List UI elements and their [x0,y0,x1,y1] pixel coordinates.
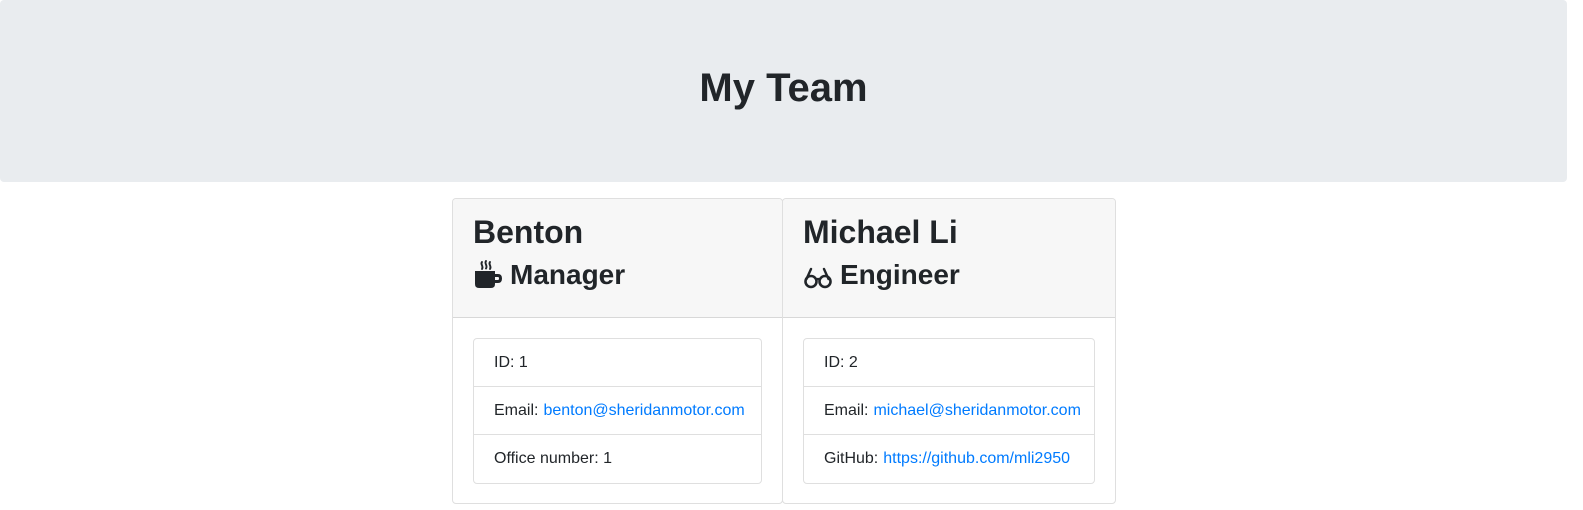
id-item: ID: 2 [804,339,1094,387]
employee-name: Benton [473,214,584,250]
employee-name: Michael Li [803,214,958,250]
role-label: Engineer [840,259,960,290]
office-number-item: Office number: 1 [474,435,761,483]
email-link[interactable]: michael@sheridanmotor.com [873,402,1080,420]
email-item: Email: michael@sheridanmotor.com [804,387,1094,435]
page-header: My Team [0,0,1567,182]
employee-role: Manager [473,257,762,293]
details-list: ID: 1 Email: benton@sheridanmotor.com Off… [473,338,762,484]
page-title: My Team [699,65,868,110]
card-body: ID: 1 Email: benton@sheridanmotor.com Off… [453,318,782,503]
card-header: Benton Manager [453,199,782,318]
office-number-label: Office number: [494,450,599,467]
employee-card-manager: Benton Manager ID: 1 Email: benton@sherid… [452,198,783,504]
id-label: ID: [494,353,515,371]
mug-hot-icon [473,260,503,290]
email-item: Email: benton@sheridanmotor.com [474,387,761,435]
employee-card-engineer: Michael Li Engineer ID: 2 Email: michael@… [782,198,1116,504]
email-label: Email: [824,401,869,419]
github-item: GitHub: https://github.com/mli2950 [804,435,1094,483]
github-label: GitHub: [824,450,879,467]
email-label: Email: [494,401,539,419]
role-label: Manager [510,259,626,290]
office-number-value: 1 [603,450,612,467]
id-item: ID: 1 [474,339,761,387]
id-value: 1 [518,353,528,371]
id-label: ID: [824,353,845,371]
glasses-icon [803,260,833,290]
github-link[interactable]: https://github.com/mli2950 [883,450,1070,468]
id-value: 2 [848,353,858,371]
card-body: ID: 2 Email: michael@sheridanmotor.com Gi… [783,318,1115,503]
card-header: Michael Li Engineer [783,199,1115,318]
email-link[interactable]: benton@sheridanmotor.com [543,402,744,420]
details-list: ID: 2 Email: michael@sheridanmotor.com Gi… [803,338,1095,484]
employee-role: Engineer [803,257,1095,293]
